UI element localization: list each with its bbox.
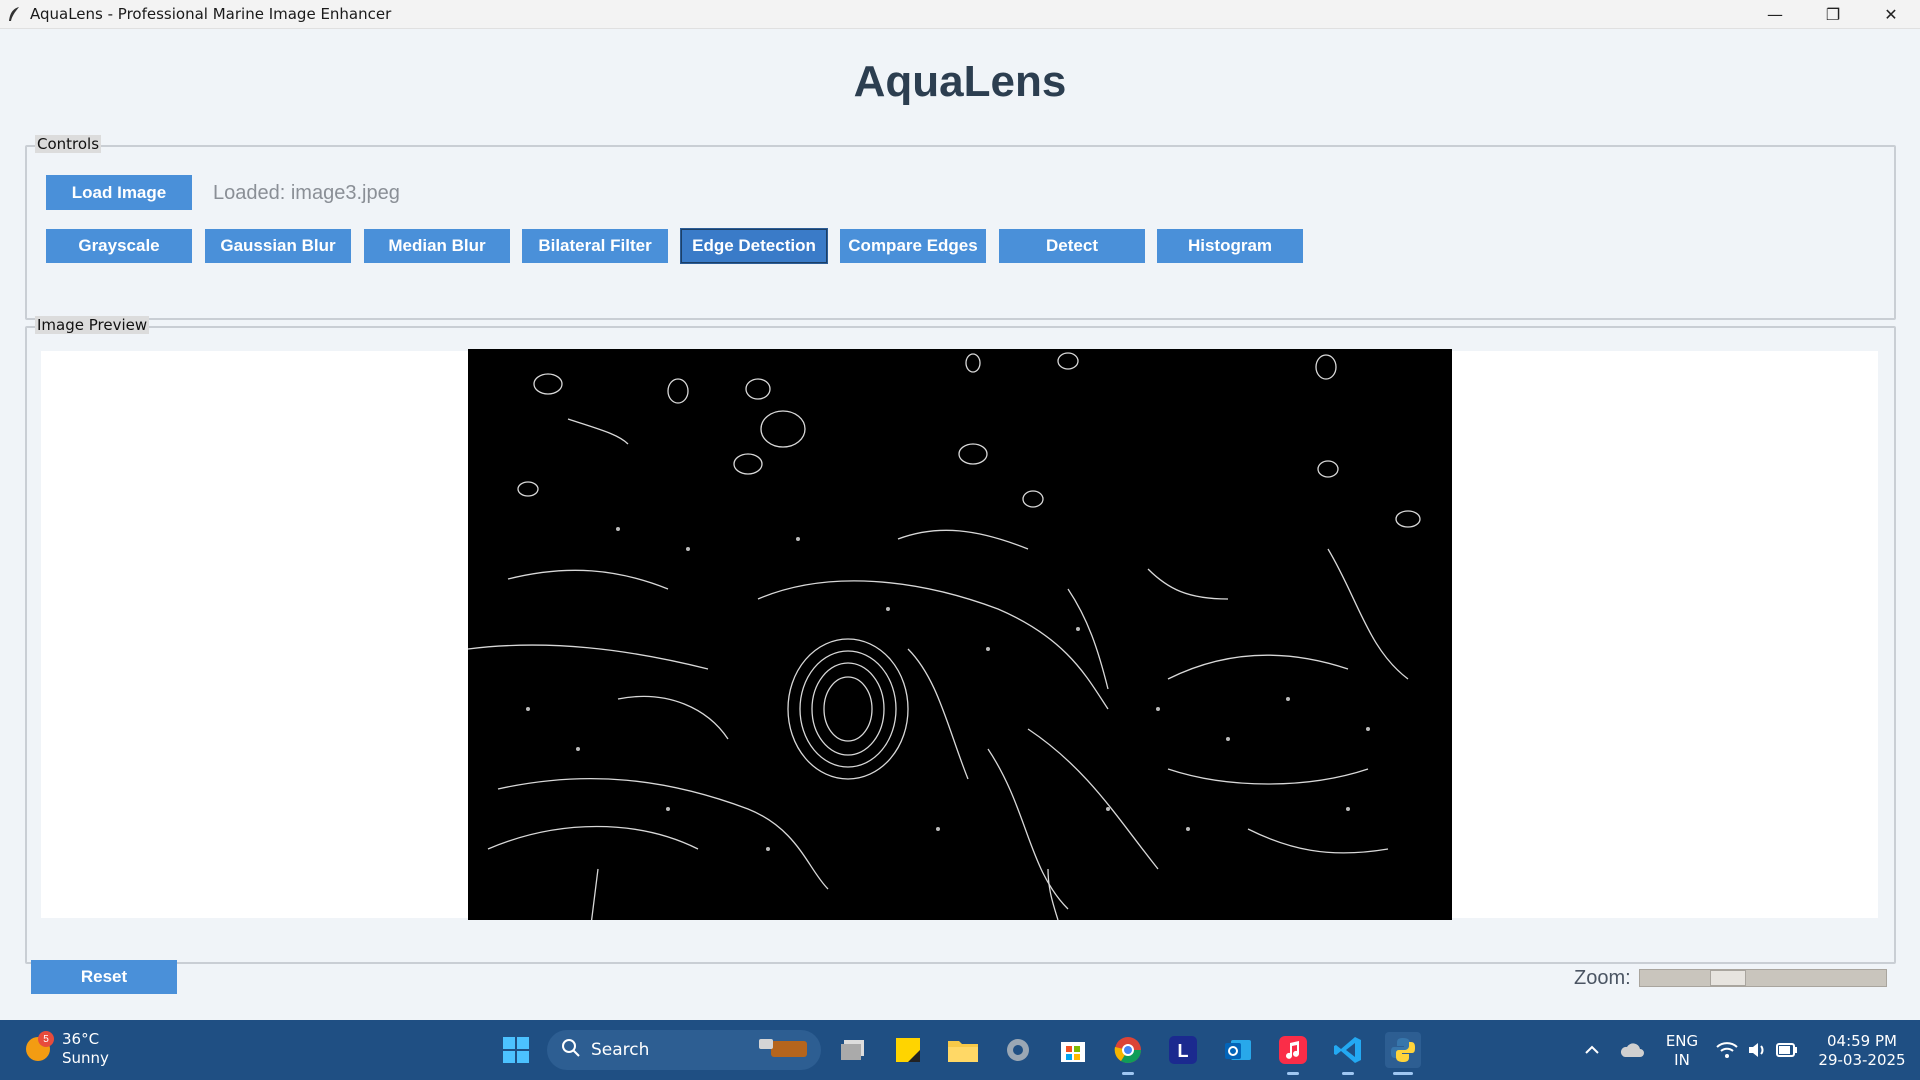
outlook-icon[interactable] (1220, 1032, 1256, 1068)
wifi-icon[interactable] (1712, 1032, 1742, 1068)
reset-button[interactable]: Reset (31, 960, 177, 994)
chrome-running-indicator (1122, 1072, 1134, 1075)
edge-detection-button[interactable]: Edge Detection (680, 228, 828, 264)
python-active-indicator (1393, 1072, 1413, 1075)
controls-group-label: Controls (35, 135, 102, 153)
itunes-icon[interactable] (1275, 1032, 1311, 1068)
chrome-icon[interactable] (1110, 1032, 1146, 1068)
restore-button[interactable]: ❐ (1804, 0, 1862, 29)
microsoft-store-icon[interactable] (1055, 1032, 1091, 1068)
python-icon[interactable] (1385, 1032, 1421, 1068)
vscode-icon[interactable] (1330, 1032, 1366, 1068)
zoom-slider-thumb[interactable] (1710, 970, 1746, 986)
chevron-up-icon[interactable] (1574, 1032, 1610, 1068)
preview-group-label: Image Preview (35, 316, 150, 334)
loaded-status: Loaded: image3.jpeg (213, 182, 400, 204)
compare-edges-button[interactable]: Compare Edges (840, 229, 986, 263)
weather-badge: 5 (38, 1031, 54, 1047)
windows-start-icon[interactable] (498, 1032, 534, 1068)
weather-condition: Sunny (62, 1049, 109, 1067)
gaussian-blur-button[interactable]: Gaussian Blur (205, 229, 351, 263)
bilateral-filter-button[interactable]: Bilateral Filter (522, 229, 668, 263)
search-highlight-icon (755, 1035, 811, 1066)
zoom-label: Zoom: (1574, 967, 1631, 989)
grayscale-button[interactable]: Grayscale (46, 229, 192, 263)
edge-detected-image (467, 349, 1452, 950)
itunes-running-indicator (1287, 1072, 1299, 1075)
language-region: IN (1674, 1051, 1690, 1069)
clock-time: 04:59 PM (1827, 1032, 1897, 1050)
search-label: Search (591, 1040, 650, 1060)
app-heading: AquaLens (853, 57, 1067, 106)
edge-lines-graphic (467, 352, 1421, 950)
task-view-icon[interactable] (836, 1032, 872, 1068)
histogram-button[interactable]: Histogram (1157, 229, 1303, 263)
weather-text: 36°C Sunny (62, 1030, 109, 1068)
feather-icon (6, 6, 22, 22)
clock[interactable]: 04:59 PM 29-03-2025 (1808, 1032, 1916, 1070)
weather-sun-icon: 5 (26, 1031, 54, 1061)
volume-icon[interactable] (1742, 1032, 1772, 1068)
load-image-button[interactable]: Load Image (46, 175, 192, 210)
onedrive-icon[interactable] (1614, 1032, 1650, 1068)
file-explorer-icon[interactable] (945, 1032, 981, 1068)
median-blur-button[interactable]: Median Blur (364, 229, 510, 263)
zoom-slider[interactable] (1639, 969, 1887, 987)
language-indicator[interactable]: ENG IN (1660, 1032, 1704, 1070)
settings-icon[interactable] (1000, 1032, 1036, 1068)
l-app-letter: L (1178, 1041, 1189, 1061)
l-app-icon[interactable]: L (1165, 1032, 1201, 1068)
taskbar-search-box[interactable]: Search (547, 1030, 821, 1070)
detect-button[interactable]: Detect (999, 229, 1145, 263)
search-icon (561, 1038, 581, 1063)
window-controls: — ❐ ✕ (1746, 0, 1920, 29)
weather-temperature: 36°C (62, 1030, 100, 1048)
minimize-button[interactable]: — (1746, 0, 1804, 29)
close-button[interactable]: ✕ (1862, 0, 1920, 29)
vscode-running-indicator (1342, 1072, 1354, 1075)
clock-date: 29-03-2025 (1818, 1051, 1906, 1069)
battery-icon[interactable] (1772, 1032, 1802, 1068)
window-title: AquaLens - Professional Marine Image Enh… (30, 5, 392, 23)
weather-widget[interactable]: 5 36°C Sunny (26, 1030, 109, 1068)
window-title-bar: AquaLens - Professional Marine Image Enh… (0, 0, 1920, 29)
windows-taskbar: 5 36°C Sunny Search L ENG IN 04:59 PM 29… (0, 1020, 1920, 1080)
sticky-notes-icon[interactable] (890, 1032, 926, 1068)
language-code: ENG (1665, 1032, 1699, 1050)
